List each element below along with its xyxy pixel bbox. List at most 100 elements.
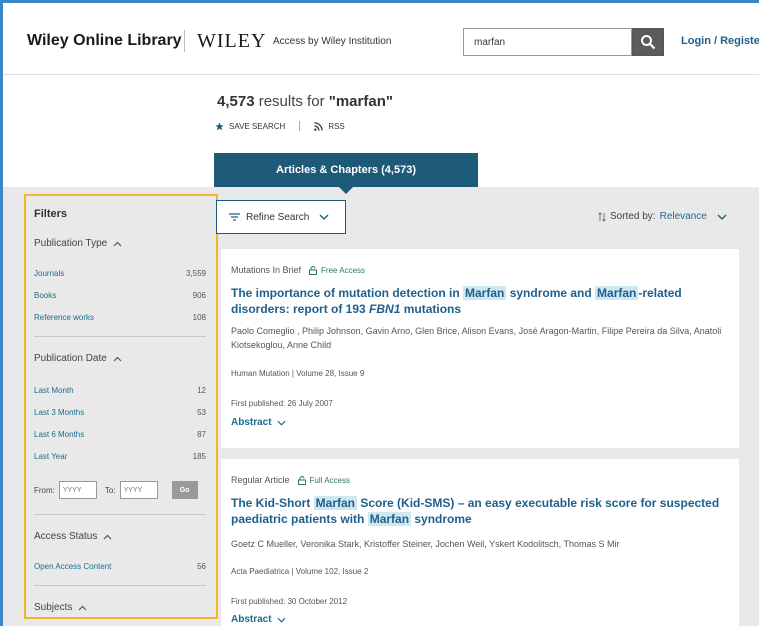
refine-search-label: Refine Search	[246, 211, 310, 223]
filter-divider	[34, 585, 206, 586]
tab-articles-chapters[interactable]: Articles & Chapters (4,573)	[214, 153, 478, 187]
to-year-input[interactable]	[119, 481, 158, 499]
filter-heading-label: Access Status	[34, 531, 98, 542]
filter-lines-icon	[229, 213, 240, 221]
filter-item-label: Last 3 Months	[34, 408, 85, 417]
filter-publication-type-toggle[interactable]: Publication Type	[34, 238, 122, 249]
title-text: mutations	[400, 302, 462, 316]
save-search-label: SAVE SEARCH	[229, 121, 286, 131]
result-journal: Human Mutation | Volume 28, Issue 9	[231, 369, 365, 378]
filters-panel: Filters Publication Type Journals 3,559 B…	[24, 194, 218, 619]
result-authors: Goetz C Mueller, Veronika Stark, Kristof…	[231, 539, 620, 549]
results-number: 4,573	[217, 93, 255, 110]
chevron-up-icon	[103, 534, 112, 539]
result-card: Mutations In Brief Free Access The impor…	[221, 249, 739, 448]
login-register-link[interactable]: Login / Register	[681, 35, 759, 47]
search-input[interactable]	[463, 28, 632, 56]
search-button[interactable]	[632, 28, 664, 56]
filter-item-open-access[interactable]: Open Access Content 56	[34, 562, 206, 571]
filter-item-count: 56	[197, 562, 206, 571]
tab-indicator	[338, 186, 354, 194]
filter-divider	[34, 336, 206, 337]
unlock-icon	[309, 265, 318, 275]
header-divider	[184, 30, 185, 52]
access-badge: Free Access	[309, 266, 365, 275]
filter-item-reference-works[interactable]: Reference works 108	[34, 313, 206, 322]
search-icon	[641, 35, 656, 50]
chevron-down-icon	[277, 420, 286, 426]
wiley-logo[interactable]: WILEY	[197, 30, 266, 53]
filter-item-journals[interactable]: Journals 3,559	[34, 269, 206, 278]
filter-item-count: 87	[197, 430, 206, 439]
sort-value: Relevance	[659, 211, 707, 222]
abstract-label: Abstract	[231, 417, 272, 428]
title-highlight: Marfan	[367, 512, 412, 526]
filter-heading-label: Publication Type	[34, 238, 108, 249]
article-type: Regular Article	[231, 475, 290, 485]
brand-link[interactable]: Wiley Online Library	[27, 32, 182, 50]
results-query: "marfan"	[328, 93, 393, 110]
filter-publication-date-toggle[interactable]: Publication Date	[34, 353, 122, 364]
filter-access-status-toggle[interactable]: Access Status	[34, 531, 112, 542]
filter-item-count: 185	[192, 452, 206, 461]
chevron-up-icon	[113, 241, 122, 246]
star-icon	[215, 121, 224, 130]
access-label: Free Access	[321, 265, 366, 275]
sort-control[interactable]: Sorted by: Relevance	[598, 211, 727, 222]
filter-item-label: Last Month	[34, 386, 74, 395]
chevron-down-icon	[277, 617, 286, 623]
filter-item-count: 108	[192, 313, 206, 322]
site-header: Wiley Online Library WILEY Access by Wil…	[3, 3, 759, 75]
filters-title: Filters	[34, 208, 68, 220]
result-title-link[interactable]: The importance of mutation detection in …	[231, 285, 731, 317]
filter-item-last-3-months[interactable]: Last 3 Months 53	[34, 408, 206, 417]
filter-item-count: 3,559	[185, 269, 206, 278]
filter-divider	[34, 514, 206, 515]
title-highlight: Marfan	[313, 496, 358, 510]
chevron-up-icon	[78, 605, 87, 610]
filter-item-last-6-months[interactable]: Last 6 Months 87	[34, 430, 206, 439]
filter-item-label: Last 6 Months	[34, 430, 85, 439]
result-title-link[interactable]: The Kid-Short Marfan Score (Kid-SMS) – a…	[231, 495, 731, 527]
go-button[interactable]: Go	[171, 481, 198, 499]
filter-item-books[interactable]: Books 906	[34, 291, 206, 300]
rss-icon	[314, 121, 324, 131]
sort-icon	[598, 211, 606, 222]
filter-item-label: Open Access Content	[34, 562, 112, 571]
title-text: The Kid-Short	[231, 496, 314, 510]
search-actions: SAVE SEARCH RSS	[215, 121, 345, 131]
to-label: To:	[104, 485, 116, 495]
filter-item-last-year[interactable]: Last Year 185	[34, 452, 206, 461]
result-card: Regular Article Full Access The Kid-Shor…	[221, 459, 739, 626]
filter-item-count: 53	[197, 408, 206, 417]
rss-label: RSS	[328, 121, 345, 131]
title-text: syndrome and	[506, 286, 596, 300]
access-label: Full Access	[309, 475, 350, 485]
rss-button[interactable]: RSS	[314, 121, 345, 131]
chevron-down-icon	[717, 214, 727, 220]
title-text: syndrome	[411, 512, 472, 526]
filter-item-label: Last Year	[34, 452, 68, 461]
results-for-text: results for	[254, 93, 329, 110]
sorted-by-label: Sorted by:	[610, 211, 656, 222]
from-year-input[interactable]	[58, 481, 97, 499]
filter-subjects-toggle[interactable]: Subjects	[34, 602, 87, 613]
actions-divider	[299, 121, 301, 131]
results-count: 4,573 results for "marfan"	[217, 93, 393, 110]
from-label: From:	[34, 485, 55, 495]
title-gene: FBN1	[369, 302, 401, 316]
filter-item-count: 906	[192, 291, 206, 300]
result-authors: Paolo Comeglio , Philip Johnson, Gavin A…	[231, 326, 722, 350]
unlock-icon	[297, 475, 306, 485]
abstract-toggle[interactable]: Abstract	[231, 417, 286, 428]
filter-item-last-month[interactable]: Last Month 12	[34, 386, 206, 395]
save-search-button[interactable]: SAVE SEARCH	[215, 122, 285, 131]
filter-item-label: Journals	[34, 269, 65, 278]
chevron-down-icon	[319, 214, 329, 220]
refine-search-button[interactable]: Refine Search	[216, 200, 346, 234]
filter-item-count: 12	[197, 386, 206, 395]
abstract-toggle[interactable]: Abstract	[231, 614, 286, 625]
title-highlight: Marfan	[463, 286, 507, 300]
article-type: Mutations In Brief	[231, 265, 302, 275]
title-text: The importance of mutation detection in	[231, 286, 464, 300]
